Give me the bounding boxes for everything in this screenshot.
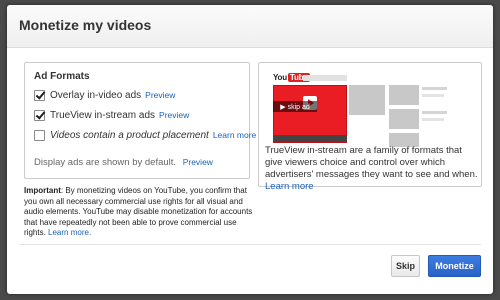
overlay-ads-label: Overlay in-video ads [50,89,142,101]
trueview-ads-label: TrueView in-stream ads [50,109,156,121]
trueview-ads-checkbox[interactable] [34,109,45,121]
related-title-line-1 [422,87,447,90]
skip-ad-button-preview: ▶ skip ad [273,101,317,112]
ad-formats-title: Ad Formats [34,71,90,82]
ad-formats-panel: Ad Formats Overlay in-video ads Preview … [24,62,256,179]
important-label: Important [24,186,61,195]
related-title-line-2 [422,111,447,114]
footer-divider [19,244,481,245]
product-placement-row: Videos contain a product placement Learn… [34,128,256,142]
display-ads-note-text: Display ads are shown by default. [34,157,177,168]
display-ads-preview-link[interactable]: Preview [183,157,213,167]
product-placement-label: Videos contain a product placement [50,129,209,141]
trueview-description: TrueView in-stream are a family of forma… [265,145,480,193]
overlay-ads-checkbox[interactable] [34,89,45,101]
important-learn-more-link[interactable]: Learn more. [48,228,91,237]
trueview-learn-more-link[interactable]: Learn more [265,181,314,192]
related-meta-line-2 [422,118,444,121]
product-placement-checkbox[interactable] [34,129,45,141]
search-bar-placeholder [303,75,347,81]
dialog-header: Monetize my videos [7,5,493,48]
product-placement-learn-more-link[interactable]: Learn more [213,130,256,140]
display-ads-note: Display ads are shown by default. Previe… [34,157,213,168]
dialog-title: Monetize my videos [19,17,152,33]
overlay-ads-row: Overlay in-video ads Preview [34,88,175,102]
monetize-button[interactable]: Monetize [428,255,481,277]
youtube-logo-you: You [273,73,287,82]
player-control-bar [273,135,347,142]
related-meta-line-1 [422,94,444,97]
side-thumbnail [349,85,385,115]
trueview-ads-row: TrueView in-stream ads Preview [34,108,189,122]
related-thumbnail-1 [389,85,419,105]
skip-button[interactable]: Skip [391,255,420,277]
overlay-ads-preview-link[interactable]: Preview [145,90,175,100]
trueview-ads-preview-link[interactable]: Preview [159,110,189,120]
related-thumbnail-2 [389,109,419,129]
important-notice: Important: By monetizing videos on YouTu… [24,186,254,239]
trueview-description-text: TrueView in-stream are a family of forma… [265,145,478,180]
monetize-dialog: Monetize my videos Ad Formats Overlay in… [7,5,493,294]
